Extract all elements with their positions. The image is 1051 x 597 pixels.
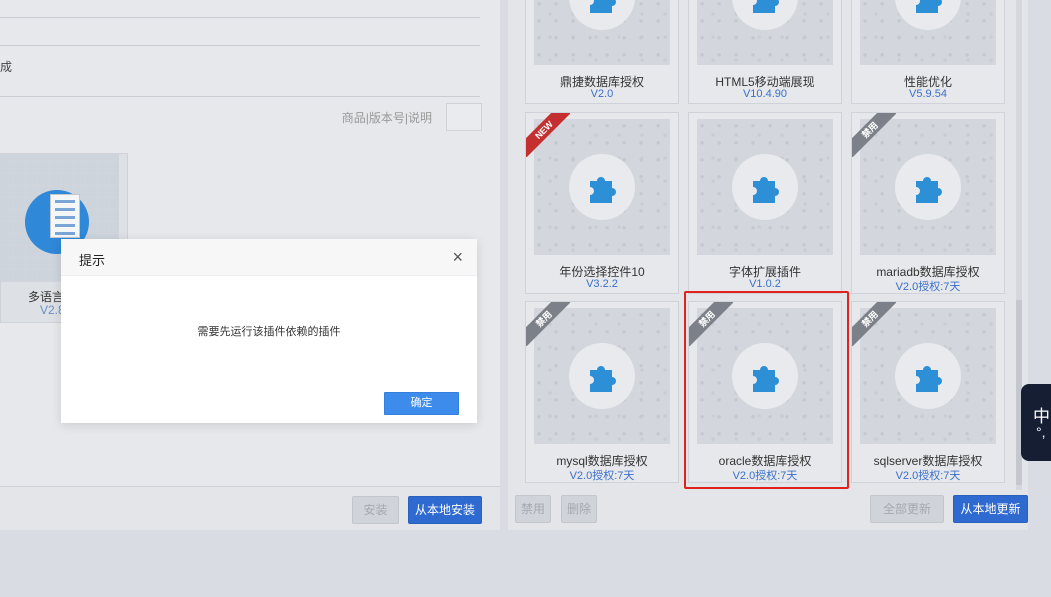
disable-button[interactable]: 禁用 [515,495,551,523]
plugin-card[interactable]: 字体扩展插件 V1.0.2 [688,112,842,294]
plugin-card[interactable]: 禁用 mysql数据库授权 V2.0授权:7天 [525,301,679,483]
search-input[interactable] [446,103,482,131]
badge-label: NEW [526,113,570,157]
badge-label: 禁用 [852,302,896,346]
plugin-card[interactable]: 禁用 mariadb数据库授权 V2.0授权:7天 [851,112,1005,294]
plugin-version: V2.0授权:7天 [895,281,961,293]
puzzle-piece-icon [895,343,961,409]
update-local-button[interactable]: 从本地更新 [953,495,1028,523]
plugin-version: V10.4.90 [742,88,788,100]
plugin-thumbnail [697,119,833,255]
puzzle-piece-icon [569,154,635,220]
plugin-version: V2.0 [590,88,614,100]
document-icon [50,194,80,238]
puzzle-piece-icon [895,0,961,30]
divider [0,96,480,97]
search-placeholder: 商品|版本号|说明 [341,111,432,125]
plugin-card[interactable]: 鼎捷数据库授权 V2.0 [525,0,679,104]
plugin-version: V1.0.2 [749,278,781,290]
install-button[interactable]: 安装 [352,496,399,524]
disabled-badge: 禁用 [526,302,570,346]
plugin-thumbnail [860,0,996,65]
install-local-button[interactable]: 从本地安装 [408,496,482,524]
close-icon[interactable]: × [452,247,463,268]
update-all-button[interactable]: 全部更新 [870,495,944,523]
plugin-version: V5.9.54 [909,88,947,100]
prompt-dialog: 提示 × 需要先运行该插件依赖的插件 确定 [61,239,477,423]
plugin-card[interactable]: NEW 年份选择控件10 V3.2.2 [525,112,679,294]
divider [0,45,480,46]
partial-label: 成 [0,60,13,74]
delete-button[interactable]: 删除 [561,495,597,523]
disabled-badge: 禁用 [852,302,896,346]
plugin-card[interactable]: 性能优化 V5.9.54 [851,0,1005,104]
selection-highlight [684,291,849,489]
plugin-thumbnail [697,0,833,65]
plugin-version: V2.0授权:7天 [895,470,961,482]
puzzle-piece-icon [732,0,798,30]
plugin-version: V2.0授权:7天 [569,470,635,482]
left-footer: 安装 从本地安装 [0,486,500,530]
new-badge: NEW [526,113,570,157]
puzzle-piece-icon [569,0,635,30]
plugin-version: V3.2.2 [586,278,618,290]
plugin-card[interactable]: 禁用 sqlserver数据库授权 V2.0授权:7天 [851,301,1005,483]
ime-punctuation-indicator[interactable]: °, [1036,424,1046,440]
dialog-header: 提示 × [61,239,477,276]
ime-toolbar[interactable]: 中 °, [1021,384,1051,461]
puzzle-piece-icon [732,154,798,220]
dialog-message: 需要先运行该插件依赖的插件 [197,326,341,338]
puzzle-piece-icon [569,343,635,409]
confirm-button[interactable]: 确定 [384,392,459,415]
plugin-card[interactable]: HTML5移动端展现 V10.4.90 [688,0,842,104]
dialog-title: 提示 [79,253,106,268]
disabled-badge: 禁用 [852,113,896,157]
badge-label: 禁用 [526,302,570,346]
puzzle-piece-icon [895,154,961,220]
badge-label: 禁用 [852,113,896,157]
divider [0,17,480,18]
plugin-thumbnail [534,0,670,65]
